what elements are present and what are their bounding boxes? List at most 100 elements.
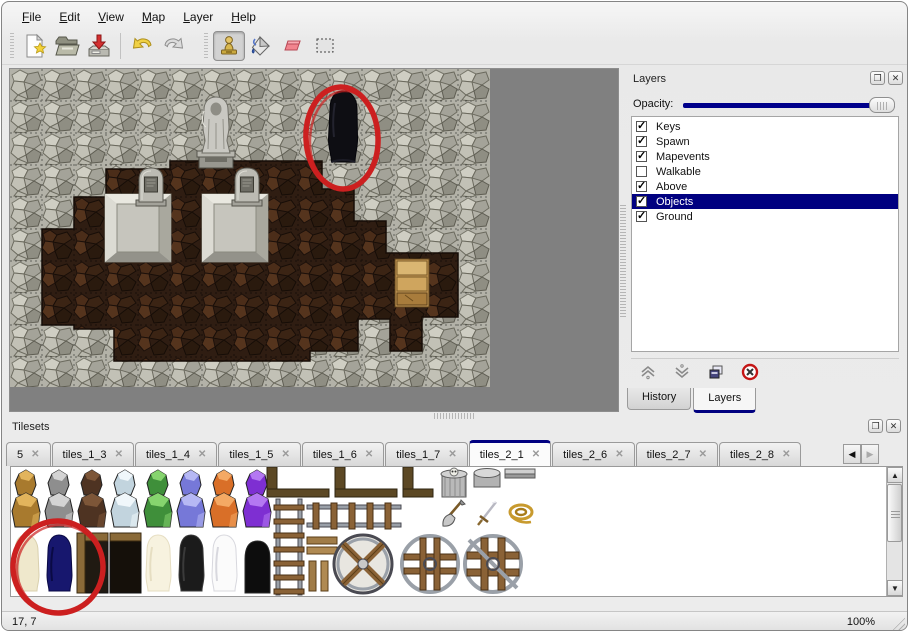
layer-visibility-checkbox[interactable]: ✓ [636,181,647,192]
tileset-tab-tiles_2_8[interactable]: tiles_2_8✕ [719,442,801,466]
tileset-tab-tiles_2_7[interactable]: tiles_2_7 ✕ [636,442,718,466]
layers-panel-title: Layers [633,73,666,85]
layer-visibility-checkbox[interactable]: ✓ [636,151,647,162]
toolbar-drag-handle-2[interactable] [202,33,209,59]
layer-row-ground[interactable]: ✓Ground [632,209,898,224]
tileset-tab-tiles_1_6[interactable]: tiles_1_6✕ [302,442,384,466]
tileset-tab-5[interactable]: 5✕ [6,442,51,466]
layer-visibility-checkbox[interactable] [636,166,647,177]
scrollbar-down-icon[interactable]: ▼ [887,580,903,596]
figure-row [14,533,270,593]
green-crystal-tile[interactable] [144,470,172,527]
tileset-view[interactable]: ▲ ▼ [10,466,903,597]
menu-layer[interactable]: Layer [174,8,222,26]
lower-layer-button[interactable] [671,362,693,382]
close-tab-icon[interactable]: ✕ [31,449,39,460]
close-tilesets-icon[interactable]: ✕ [886,419,901,433]
float-tilesets-icon[interactable]: ❐ [868,419,883,433]
stamp-icon [216,33,242,59]
opacity-label: Opacity: [633,98,673,110]
layer-row-spawn[interactable]: ✓Spawn [632,134,898,149]
layer-visibility-checkbox[interactable]: ✓ [636,196,647,207]
layer-row-mapevents[interactable]: ✓ Mapevents [632,149,898,164]
dock-tab-layers[interactable]: Layers [693,388,756,413]
close-tab-icon[interactable]: ✕ [365,449,373,460]
tileset-tab-tiles_1_5[interactable]: tiles_1_5✕ [218,442,300,466]
tileset-scrollbar[interactable]: ▲ ▼ [886,467,902,596]
dock-tab-history[interactable]: History [627,388,691,410]
rock-row [12,470,271,527]
blue-crystal-tile[interactable] [177,470,205,527]
layer-visibility-checkbox[interactable]: ✓ [636,211,647,222]
eraser-tool-button[interactable] [277,31,309,61]
pale-hooded-figure-tile[interactable] [146,535,171,591]
scrollbar-thumb[interactable] [887,484,902,542]
snow-hooded-figure-tile[interactable] [212,535,237,591]
toolbar-drag-handle[interactable] [8,33,15,59]
gold-ore-rock-tile[interactable] [12,470,40,527]
tileset-tab-tiles_1_3[interactable]: tiles_1_3✕ [52,442,134,466]
redo-button[interactable] [158,31,190,61]
track-turntable [334,535,392,593]
ice-rock-tile[interactable] [111,470,139,527]
opacity-slider-handle[interactable] [869,97,895,113]
map-canvas[interactable] [9,68,619,412]
black-hooded-figure-tile[interactable] [179,535,204,591]
layer-row-keys[interactable]: ✓Keys [632,119,898,134]
delete-layer-icon [741,363,759,381]
save-map-button[interactable] [83,31,115,61]
fill-tool-button[interactable] [245,31,277,61]
dark-brown-rock-tile[interactable] [78,470,106,527]
rect-select-tool-button[interactable] [309,31,341,61]
tileset-tab-tiles_2_6[interactable]: tiles_2_6✕ [552,442,634,466]
door-frame-left-tile[interactable] [77,533,108,593]
cream-hooded-figure-tile[interactable] [14,535,39,591]
scrollbar-up-icon[interactable]: ▲ [887,467,903,483]
undo-button[interactable] [126,31,158,61]
status-bar: 17, 7 100% [2,611,907,631]
float-panel-icon[interactable]: ❐ [870,71,885,85]
layer-visibility-checkbox[interactable]: ✓ [636,121,647,132]
close-panel-icon[interactable]: ✕ [888,71,903,85]
close-tab-icon[interactable]: ✕ [198,449,206,460]
close-tab-icon[interactable]: ✕ [699,449,707,460]
opacity-slider[interactable] [683,103,895,108]
door-frame-right-tile[interactable] [110,533,141,593]
navy-hooded-figure-tile[interactable] [47,535,72,591]
close-tab-icon[interactable]: ✕ [448,449,456,460]
map-panel-splitter[interactable] [620,205,626,319]
ladder [274,499,304,595]
menu-view[interactable]: View [89,8,133,26]
layer-name-label: Mapevents [656,151,710,163]
close-tab-icon[interactable]: ✕ [532,449,540,460]
scroll-tabs-left-icon[interactable]: ◀ [843,444,861,464]
tileset-tab-tiles_1_7[interactable]: tiles_1_7✕ [385,442,467,466]
silver-ore-rock-tile[interactable] [45,470,73,527]
close-tab-icon[interactable]: ✕ [281,449,289,460]
raise-layer-button[interactable] [637,362,659,382]
layer-visibility-checkbox[interactable]: ✓ [636,136,647,147]
menu-file[interactable]: File [13,8,50,26]
tileset-tab-label: tiles_2_7 [647,449,691,461]
close-tab-icon[interactable]: ✕ [782,449,790,460]
orange-crystal-tile[interactable] [210,470,238,527]
scroll-tabs-right-icon[interactable]: ▶ [861,444,879,464]
open-map-button[interactable] [51,31,83,61]
layer-row-walkable[interactable]: Walkable [632,164,898,179]
menu-edit[interactable]: Edit [50,8,89,26]
delete-layer-button[interactable] [739,362,761,382]
tileset-tab-tiles_1_4[interactable]: tiles_1_4✕ [135,442,217,466]
stamp-tool-button[interactable] [213,31,245,61]
tileset-tab-tiles_2_1[interactable]: tiles_2_1✕ [469,440,551,466]
layer-row-objects[interactable]: ✓Objects [632,194,898,209]
black-arch-tile[interactable] [245,541,270,593]
layer-row-above[interactable]: ✓Above [632,179,898,194]
dark-hooded-figure [329,91,358,162]
new-map-button[interactable] [19,31,51,61]
close-tab-icon[interactable]: ✕ [615,449,623,460]
menu-map[interactable]: Map [133,8,174,26]
duplicate-layer-button[interactable] [705,362,727,382]
menu-help[interactable]: Help [222,8,265,26]
close-tab-icon[interactable]: ✕ [115,449,123,460]
resize-grip[interactable] [891,616,905,630]
